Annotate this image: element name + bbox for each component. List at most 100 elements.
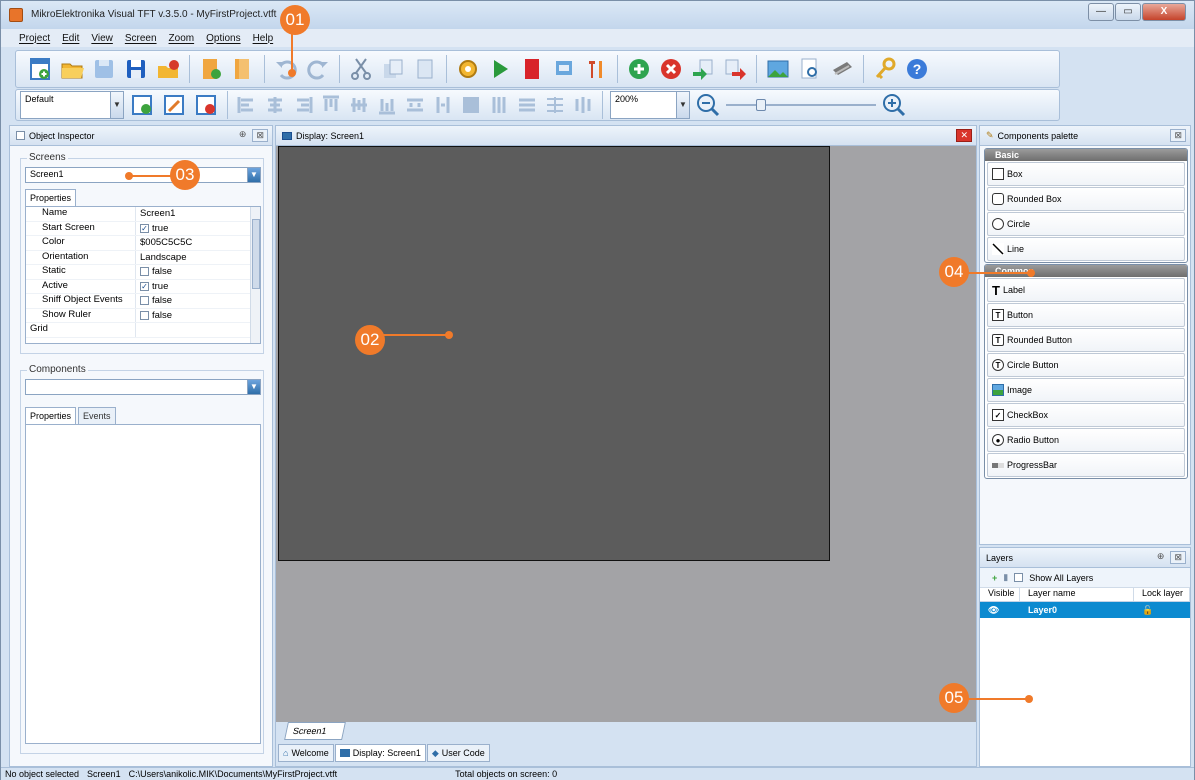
property-value[interactable]: Screen1 [136, 207, 260, 221]
tools-icon[interactable] [582, 55, 610, 83]
zoom-out-icon[interactable] [694, 91, 722, 119]
help-icon[interactable]: ? [903, 55, 931, 83]
add-style-icon[interactable] [128, 91, 156, 119]
preview-icon[interactable] [796, 55, 824, 83]
zoom-slider[interactable] [726, 94, 876, 116]
paste-icon[interactable] [411, 55, 439, 83]
palette-item-image[interactable]: Image [987, 378, 1185, 402]
properties-scrollbar[interactable] [250, 207, 260, 343]
palette-item-radio-button[interactable]: ● Radio Button [987, 428, 1185, 452]
delete-layer-icon[interactable]: ▮ [1003, 572, 1008, 583]
maximize-button[interactable]: ▭ [1115, 3, 1141, 21]
same-size-icon[interactable] [459, 93, 483, 117]
close-button[interactable]: X [1142, 3, 1186, 21]
palette-item-circle-button[interactable]: T Circle Button [987, 353, 1185, 377]
property-value[interactable]: $005C5C5C [136, 236, 260, 250]
palette-item-label[interactable]: T Label [987, 278, 1185, 302]
close-icon[interactable]: ⊠ [1170, 129, 1186, 142]
space-horizontal-icon[interactable] [403, 93, 427, 117]
chevron-down-icon[interactable]: ▼ [110, 92, 123, 118]
palette-item-rounded-button[interactable]: T Rounded Button [987, 328, 1185, 352]
redo-icon[interactable] [304, 55, 332, 83]
chevron-down-icon[interactable]: ▼ [247, 168, 260, 182]
align-top-icon[interactable] [319, 93, 343, 117]
same-height-icon[interactable] [515, 93, 539, 117]
property-value[interactable]: ✓ true [136, 280, 260, 294]
property-value[interactable]: false [136, 309, 260, 323]
canvas-area[interactable] [276, 146, 976, 722]
lock-icon[interactable]: 🔓 [1134, 605, 1190, 616]
send-back-icon[interactable] [721, 55, 749, 83]
align-left-icon[interactable] [235, 93, 259, 117]
palette-item-box[interactable]: Box [987, 162, 1185, 186]
sd-card-icon[interactable] [518, 55, 546, 83]
close-icon[interactable]: ⊠ [1170, 551, 1186, 564]
new-project-icon[interactable] [26, 55, 54, 83]
checkbox[interactable] [140, 267, 149, 277]
align-center-icon[interactable] [263, 93, 287, 117]
checkbox[interactable]: ✓ [140, 223, 149, 233]
table-row[interactable]: Show Ruler false [26, 308, 260, 323]
property-value[interactable]: ✓ true [136, 222, 260, 236]
open-icon[interactable] [58, 55, 86, 83]
menu-help[interactable]: Help [253, 33, 274, 44]
menu-view[interactable]: View [91, 33, 113, 44]
tab-component-properties[interactable]: Properties [25, 407, 77, 424]
table-row[interactable]: Grid [26, 323, 260, 338]
bring-forward-icon[interactable] [689, 55, 717, 83]
palette-item-checkbox[interactable]: ✓ CheckBox [987, 403, 1185, 427]
tab-properties[interactable]: Properties [25, 189, 77, 206]
show-all-layers-checkbox[interactable] [1014, 573, 1024, 582]
align-middle-icon[interactable] [347, 93, 371, 117]
palette-item-progressbar[interactable]: ProgressBar [987, 453, 1185, 477]
zoom-select[interactable]: 200% ▼ [610, 91, 690, 119]
minimize-button[interactable]: — [1088, 3, 1114, 21]
align-right-icon[interactable] [291, 93, 315, 117]
export-icon[interactable] [550, 55, 578, 83]
table-row[interactable]: Active ✓ true [26, 279, 260, 294]
tab-welcome[interactable]: ⌂ Welcome [278, 744, 334, 762]
common-group-header[interactable]: Common [985, 265, 1187, 277]
menu-screen[interactable]: Screen [125, 33, 157, 44]
delete-icon[interactable] [657, 55, 685, 83]
palette-item-rounded-box[interactable]: Rounded Box [987, 187, 1185, 211]
zoom-in-icon[interactable] [880, 91, 908, 119]
component-select[interactable]: ▼ [25, 379, 261, 395]
table-row[interactable]: Sniff Object Events false [26, 294, 260, 309]
property-value[interactable]: false [136, 294, 260, 308]
undo-icon[interactable] [272, 55, 300, 83]
table-row[interactable]: Static false [26, 265, 260, 280]
tab-component-events[interactable]: Events [78, 407, 116, 424]
palette-item-circle[interactable]: Circle [987, 212, 1185, 236]
pin-icon[interactable]: ⊕ [1157, 551, 1165, 564]
chevron-down-icon[interactable]: ▼ [676, 92, 689, 118]
close-project-icon[interactable] [154, 55, 182, 83]
center-vertical-icon[interactable] [543, 93, 567, 117]
checkbox[interactable]: ✓ [140, 281, 149, 291]
close-icon[interactable]: ⊠ [252, 129, 268, 142]
palette-item-line[interactable]: Line [987, 237, 1185, 261]
pin-icon[interactable]: ⊕ [239, 129, 247, 142]
menu-options[interactable]: Options [206, 33, 240, 44]
close-icon[interactable]: ✕ [956, 129, 972, 142]
tab-display-screen1[interactable]: Display: Screen1 [334, 744, 426, 762]
screen-tab[interactable]: Screen1 [284, 722, 346, 740]
add-icon[interactable] [625, 55, 653, 83]
space-vertical-icon[interactable] [431, 93, 455, 117]
run-icon[interactable] [486, 55, 514, 83]
screen-canvas[interactable] [278, 146, 830, 561]
key-icon[interactable] [871, 55, 899, 83]
menu-zoom[interactable]: Zoom [169, 33, 195, 44]
center-horizontal-icon[interactable] [571, 93, 595, 117]
table-row[interactable]: Orientation Landscape [26, 250, 260, 265]
copy-icon[interactable] [379, 55, 407, 83]
cut-icon[interactable] [347, 55, 375, 83]
add-screen-icon[interactable] [197, 55, 225, 83]
edit-style-icon[interactable] [160, 91, 188, 119]
image-convert-icon[interactable] [764, 55, 792, 83]
tab-user-code[interactable]: ◆ User Code [426, 744, 490, 762]
align-bottom-icon[interactable] [375, 93, 399, 117]
property-value[interactable]: Landscape [136, 251, 260, 265]
eye-icon[interactable]: 👁 [980, 605, 1020, 616]
save-disabled-icon[interactable] [90, 55, 118, 83]
